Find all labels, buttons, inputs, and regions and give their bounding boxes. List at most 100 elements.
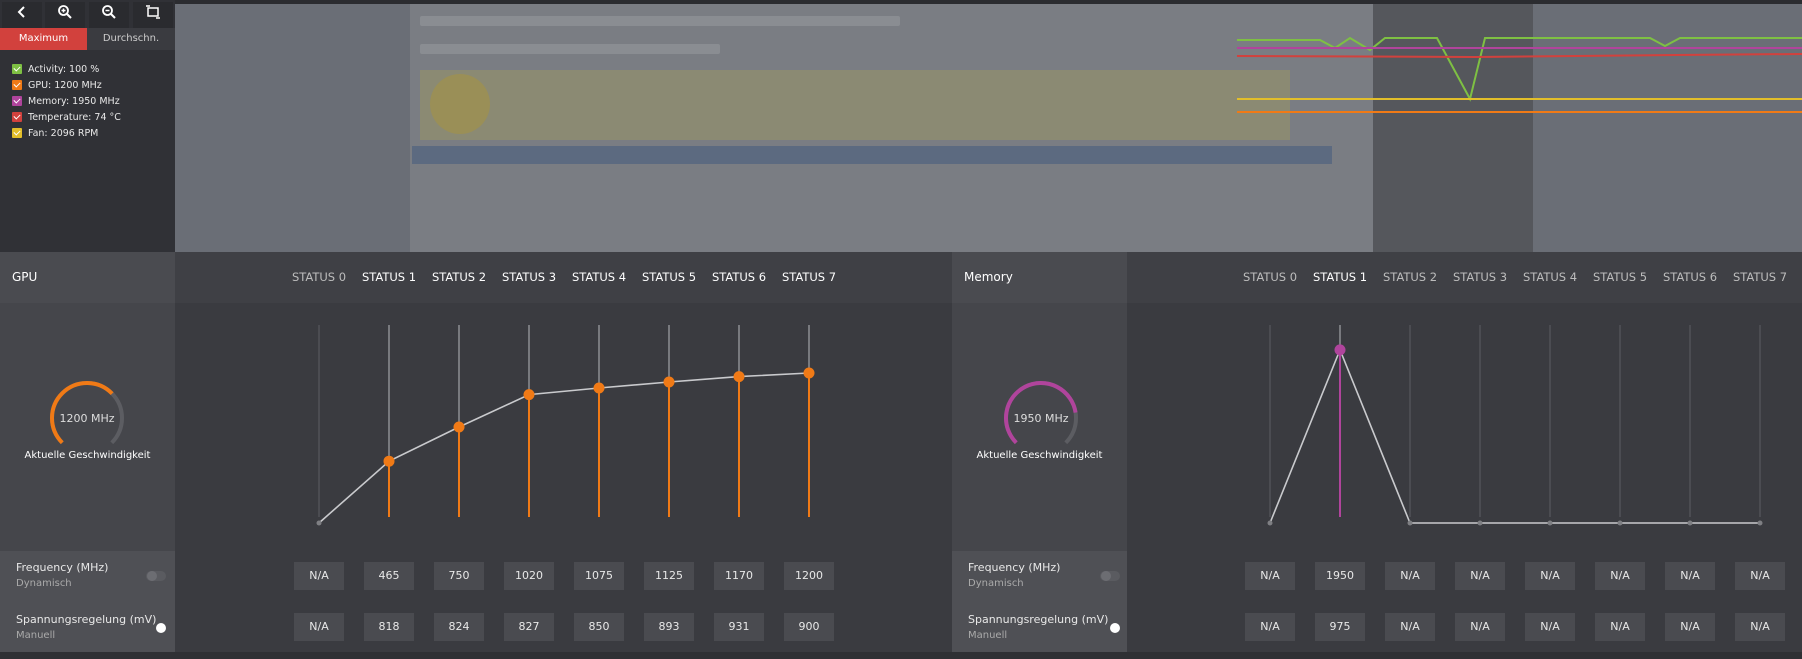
memory-curve-line <box>1269 347 1760 524</box>
memory-state-point-6[interactable] <box>1687 520 1693 526</box>
gpu-state-point-0[interactable] <box>316 520 322 526</box>
gpu-freq-cell-5[interactable]: 1125 <box>644 562 694 590</box>
gpu-volt-cell-2[interactable]: 824 <box>434 613 484 641</box>
gpu-bottom-band <box>0 652 952 659</box>
gpu-frequency-toggle[interactable] <box>146 571 166 581</box>
memory-freq-cell-5[interactable]: N/A <box>1595 562 1645 590</box>
gpu-state-7: STATUS 7 <box>781 270 837 284</box>
legend-gpu[interactable]: GPU: 1200 MHz <box>12 78 102 92</box>
memory-freq-cell-2[interactable]: N/A <box>1385 562 1435 590</box>
gpu-voltage-row: Spannungsregelung (mV) Manuell <box>0 602 175 653</box>
gpu-volt-cell-6[interactable]: 931 <box>714 613 764 641</box>
memory-volt-cell-4[interactable]: N/A <box>1525 613 1575 641</box>
memory-freq-cell-0[interactable]: N/A <box>1245 562 1295 590</box>
gpu-state-point-6[interactable] <box>733 371 745 383</box>
memory-volt-cell-0[interactable]: N/A <box>1245 613 1295 641</box>
memory-freq-cell-7[interactable]: N/A <box>1735 562 1785 590</box>
gpu-freq-cell-3[interactable]: 1020 <box>504 562 554 590</box>
gpu-state-point-3[interactable] <box>523 389 535 401</box>
checkbox-icon[interactable] <box>12 112 22 122</box>
memory-title: Memory <box>964 270 1013 284</box>
legend-temperature[interactable]: Temperature: 74 °C <box>12 110 121 124</box>
zoom-out-button[interactable] <box>89 2 129 28</box>
gpu-volt-cell-4[interactable]: 850 <box>574 613 624 641</box>
legend-activity[interactable]: Activity: 100 % <box>12 62 99 76</box>
zoom-in-button[interactable] <box>45 2 85 28</box>
memory-state-point-1[interactable] <box>1334 344 1346 356</box>
memory-volt-cell-5[interactable]: N/A <box>1595 613 1645 641</box>
gpu-freq-cell-4[interactable]: 1075 <box>574 562 624 590</box>
gpu-volt-cell-5[interactable]: 893 <box>644 613 694 641</box>
gpu-title: GPU <box>12 270 38 284</box>
checkbox-icon[interactable] <box>12 64 22 74</box>
memory-state-5: STATUS 5 <box>1592 270 1648 284</box>
memory-volt-cell-2[interactable]: N/A <box>1385 613 1435 641</box>
gpu-volt-cell-7[interactable]: 900 <box>784 613 834 641</box>
gpu-state-point-5[interactable] <box>663 376 675 388</box>
memory-voltage-label: Spannungsregelung (mV) <box>968 613 1109 626</box>
gpu-state-point-7[interactable] <box>803 367 815 379</box>
tab-maximum[interactable]: Maximum <box>0 28 87 50</box>
gpu-freq-cell-6[interactable]: 1170 <box>714 562 764 590</box>
memory-state-3: STATUS 3 <box>1452 270 1508 284</box>
gpu-state-point-1[interactable] <box>383 455 395 467</box>
memory-state-point-7[interactable] <box>1757 520 1763 526</box>
checkbox-icon[interactable] <box>12 128 22 138</box>
gpu-freq-cell-0[interactable]: N/A <box>294 562 344 590</box>
memory-state-1: STATUS 1 <box>1312 270 1368 284</box>
memory-freq-cell-3[interactable]: N/A <box>1455 562 1505 590</box>
memory-state-point-2[interactable] <box>1407 520 1413 526</box>
gpu-volt-cell-0[interactable]: N/A <box>294 613 344 641</box>
gpu-freq-cell-2[interactable]: 750 <box>434 562 484 590</box>
legend-fan[interactable]: Fan: 2096 RPM <box>12 126 98 140</box>
tab-average[interactable]: Durchschn. <box>87 28 175 50</box>
gpu-state-2: STATUS 2 <box>431 270 487 284</box>
memory-freq-cell-1[interactable]: 1950 <box>1315 562 1365 590</box>
fit-icon <box>146 5 160 19</box>
gpu-state-6: STATUS 6 <box>711 270 767 284</box>
memory-state-point-4[interactable] <box>1547 520 1553 526</box>
memory-frequency-toggle[interactable] <box>1100 571 1120 581</box>
memory-state-7: STATUS 7 <box>1732 270 1788 284</box>
gpu-voltage-toggle[interactable] <box>146 623 166 633</box>
memory-voltage-toggle[interactable] <box>1100 623 1120 633</box>
memory-frequency-row: Frequency (MHz) Dynamisch <box>952 551 1127 602</box>
memory-volt-cell-7[interactable]: N/A <box>1735 613 1785 641</box>
memory-voltage-row: Spannungsregelung (mV) Manuell <box>952 602 1127 653</box>
fit-button[interactable] <box>133 2 173 28</box>
legend-memory[interactable]: Memory: 1950 MHz <box>12 94 120 108</box>
gpu-volt-cell-3[interactable]: 827 <box>504 613 554 641</box>
gpu-freq-cell-7[interactable]: 1200 <box>784 562 834 590</box>
memory-frequency-mode: Dynamisch <box>968 578 1024 589</box>
gpu-volt-cell-1[interactable]: 818 <box>364 613 414 641</box>
legend-label: GPU: 1200 MHz <box>28 79 102 91</box>
memory-freq-cell-4[interactable]: N/A <box>1525 562 1575 590</box>
memory-volt-cell-1[interactable]: 975 <box>1315 613 1365 641</box>
back-button[interactable] <box>2 2 42 28</box>
gpu-panel: GPU STATUS 0 STATUS 1 STATUS 2 STATUS 3 … <box>0 252 952 659</box>
memory-state-graph[interactable] <box>1127 303 1802 601</box>
chevron-left-icon <box>17 6 25 18</box>
gpu-gauge-caption: Aktuelle Geschwindigkeit <box>24 450 151 461</box>
gpu-freq-cell-1[interactable]: 465 <box>364 562 414 590</box>
legend-label: Memory: 1950 MHz <box>28 95 120 107</box>
checkbox-icon[interactable] <box>12 80 22 90</box>
memory-volt-cell-6[interactable]: N/A <box>1665 613 1715 641</box>
gpu-voltage-mode: Manuell <box>16 630 56 641</box>
memory-state-0: STATUS 0 <box>1242 270 1298 284</box>
gpu-state-graph[interactable] <box>175 303 952 601</box>
monitor-panel: Maximum Durchschn. Activity: 100 % GPU: … <box>0 0 175 252</box>
gpu-state-point-2[interactable] <box>453 421 465 433</box>
legend-label: Activity: 100 % <box>28 63 100 75</box>
checkbox-icon[interactable] <box>12 96 22 106</box>
gpu-title-block: GPU <box>0 252 175 303</box>
memory-state-point-3[interactable] <box>1477 520 1483 526</box>
memory-freq-cell-6[interactable]: N/A <box>1665 562 1715 590</box>
gpu-voltage-label: Spannungsregelung (mV) <box>16 613 157 626</box>
memory-state-6: STATUS 6 <box>1662 270 1718 284</box>
gpu-state-point-4[interactable] <box>593 382 605 394</box>
memory-state-point-0[interactable] <box>1267 520 1273 526</box>
temperature-line <box>1236 53 1802 59</box>
memory-volt-cell-3[interactable]: N/A <box>1455 613 1505 641</box>
memory-state-point-5[interactable] <box>1617 520 1623 526</box>
